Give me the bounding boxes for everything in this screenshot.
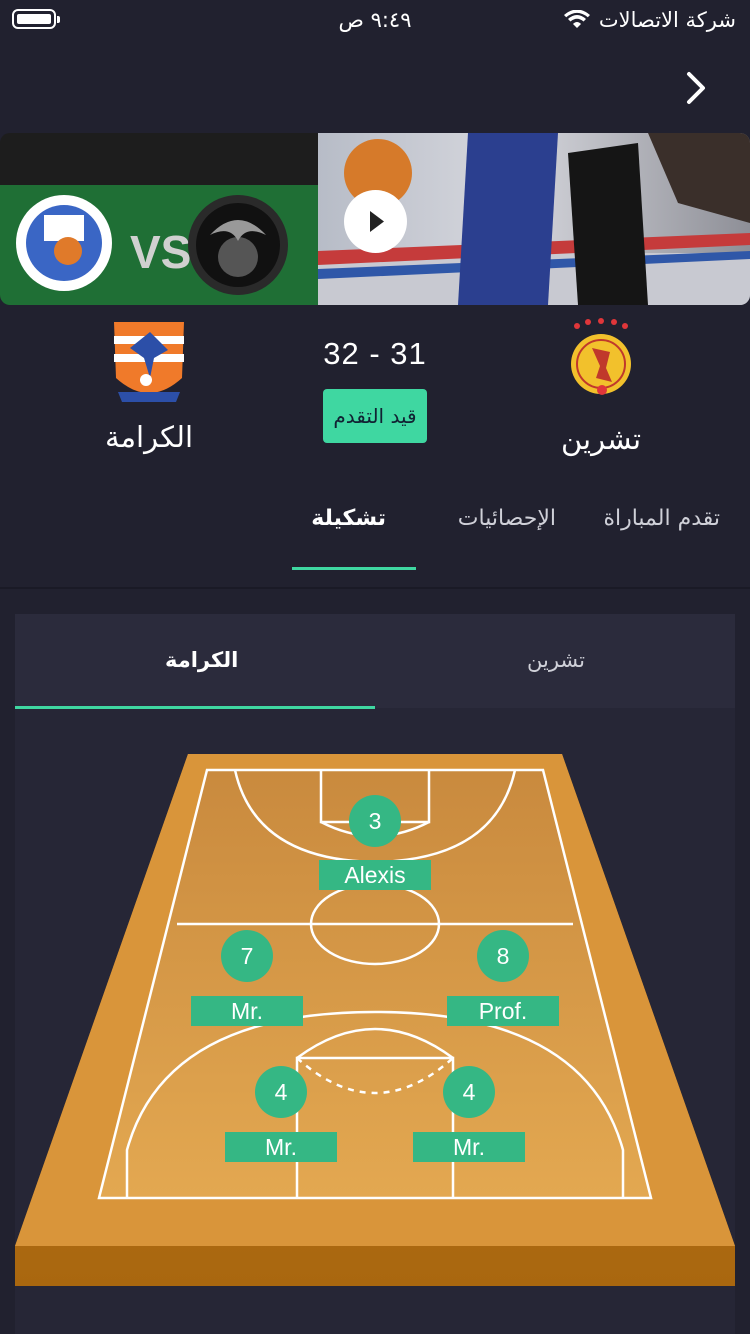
tab-statistics[interactable]: الإحصائيات (458, 506, 556, 531)
team-logo-tishreen (571, 318, 631, 395)
home-team-name: تشرين (560, 422, 642, 456)
carrier-label: شركة الاتصالات (598, 8, 736, 32)
team-logo-usm (16, 195, 112, 291)
team-logo-capetown-tigers (188, 195, 288, 295)
player-number[interactable]: 4 (255, 1066, 307, 1118)
player-name[interactable]: Mr. (413, 1132, 525, 1162)
status-bar: ٩:٤٩ ص شركة الاتصالات (0, 0, 750, 44)
carrier: شركة الاتصالات (563, 8, 736, 32)
player-name[interactable]: Mr. (225, 1132, 337, 1162)
back-button[interactable] (676, 68, 716, 108)
player-name[interactable]: Prof. (447, 996, 559, 1026)
team-logo-alkarama (114, 322, 184, 402)
lineup-team-tabs: الكرامة تشرين (15, 614, 735, 709)
active-tab-indicator (292, 567, 416, 570)
player-number[interactable]: 7 (221, 930, 273, 982)
tab-lineup[interactable]: تشكيلة (311, 506, 386, 531)
chevron-right-icon (687, 72, 705, 104)
lineup-tab-away[interactable]: الكرامة (165, 648, 238, 672)
vs-label: VS (130, 226, 192, 278)
lineup-tab-home[interactable]: تشرين (527, 648, 585, 672)
play-icon (370, 211, 384, 232)
player-name[interactable]: Mr. (191, 996, 303, 1026)
tab-match-progress[interactable]: تقدم المباراة (603, 506, 720, 531)
wifi-icon (563, 10, 590, 28)
play-button[interactable] (344, 190, 407, 253)
match-tabs: تقدم المباراة الإحصائيات تشكيلة (0, 496, 750, 586)
match-status-badge: قيد التقدم (323, 389, 427, 443)
away-team-name: الكرامة (104, 420, 194, 454)
section-divider (0, 587, 750, 589)
match-score: 32 - 31 (323, 336, 427, 371)
lineup-tab-indicator (15, 706, 375, 709)
player-number[interactable]: 8 (477, 930, 529, 982)
player-number[interactable]: 4 (443, 1066, 495, 1118)
player-name[interactable]: Alexis (319, 860, 431, 890)
matchup-graphic: VS (0, 133, 318, 305)
player-number[interactable]: 3 (349, 795, 401, 847)
